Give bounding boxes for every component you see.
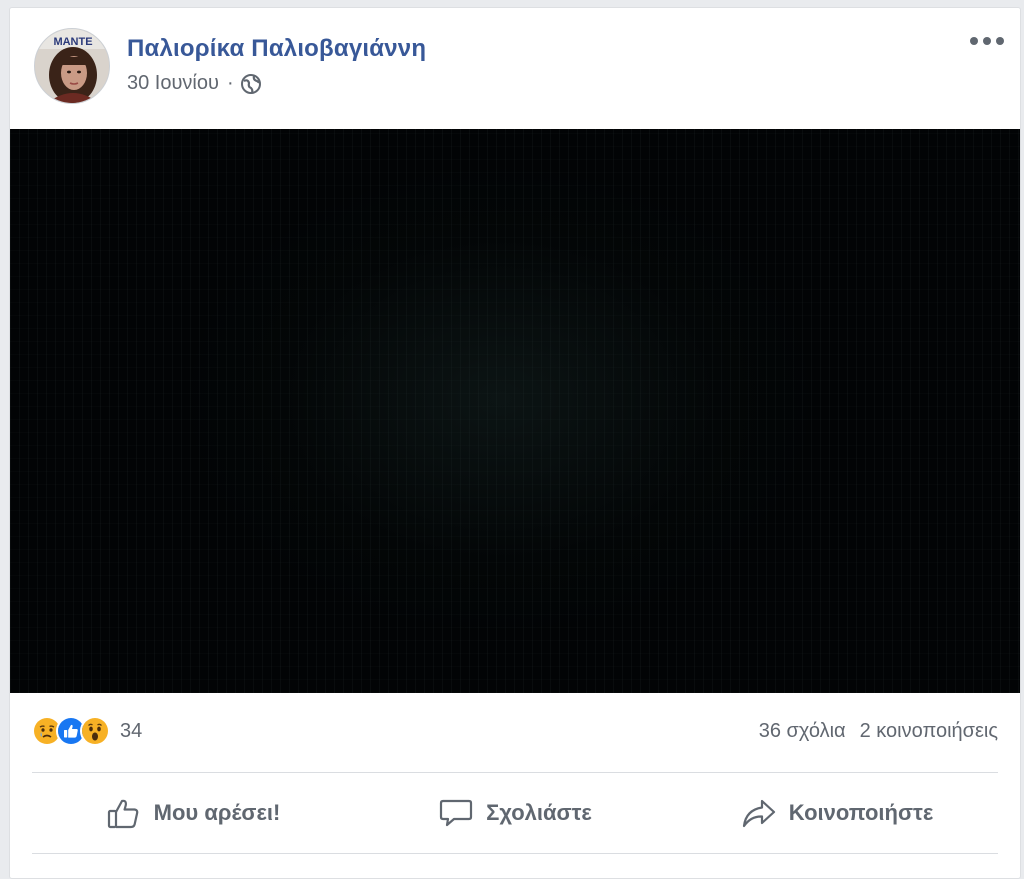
meta-separator: · (226, 72, 234, 94)
avatar-banner-text: MANTE (53, 36, 92, 48)
comment-button-label: Σχολιάστε (486, 800, 592, 825)
avatar-image: MANTE (35, 29, 109, 103)
comments-count[interactable]: 36 σχόλια (759, 720, 846, 743)
reaction-count: 34 (120, 719, 143, 742)
actions-bottom-divider (32, 853, 998, 854)
share-button-label: Κοινοποιήστε (788, 800, 934, 825)
reactions-summary[interactable]: 34 (32, 716, 142, 746)
author-name[interactable]: Παλιορίκα Παλιοβαγιάννη (127, 35, 426, 63)
shares-count[interactable]: 2 κοινοποιήσεις (860, 720, 998, 743)
share-button[interactable]: Κοινοποιήστε (676, 776, 998, 850)
actions-top-divider (32, 772, 998, 773)
thumbs-up-icon (106, 795, 142, 831)
post-actions: Μου αρέσει! Σχολιάστε Κοινοποιήστε (32, 776, 998, 850)
wow-reaction-icon (80, 716, 110, 746)
post-meta: 30 Ιουνίου · (127, 72, 262, 95)
video-content (190, 169, 810, 629)
more-options-icon[interactable] (970, 30, 1004, 52)
comment-bubble-icon (438, 795, 474, 831)
post-video[interactable] (10, 129, 1020, 693)
engagement-counts: 36 σχόλια 2 κοινοποιήσεις (759, 720, 998, 743)
avatar[interactable]: MANTE (34, 28, 110, 104)
like-button[interactable]: Μου αρέσει! (32, 776, 354, 850)
comment-button[interactable]: Σχολιάστε (354, 776, 676, 850)
share-arrow-icon (741, 795, 777, 831)
post-card: MANTE Παλιορίκα Παλιοβαγιάννη 30 Ιουνίου… (9, 7, 1021, 879)
post-date[interactable]: 30 Ιουνίου (127, 72, 219, 95)
globe-icon[interactable] (240, 73, 262, 95)
like-button-label: Μου αρέσει! (153, 800, 281, 825)
